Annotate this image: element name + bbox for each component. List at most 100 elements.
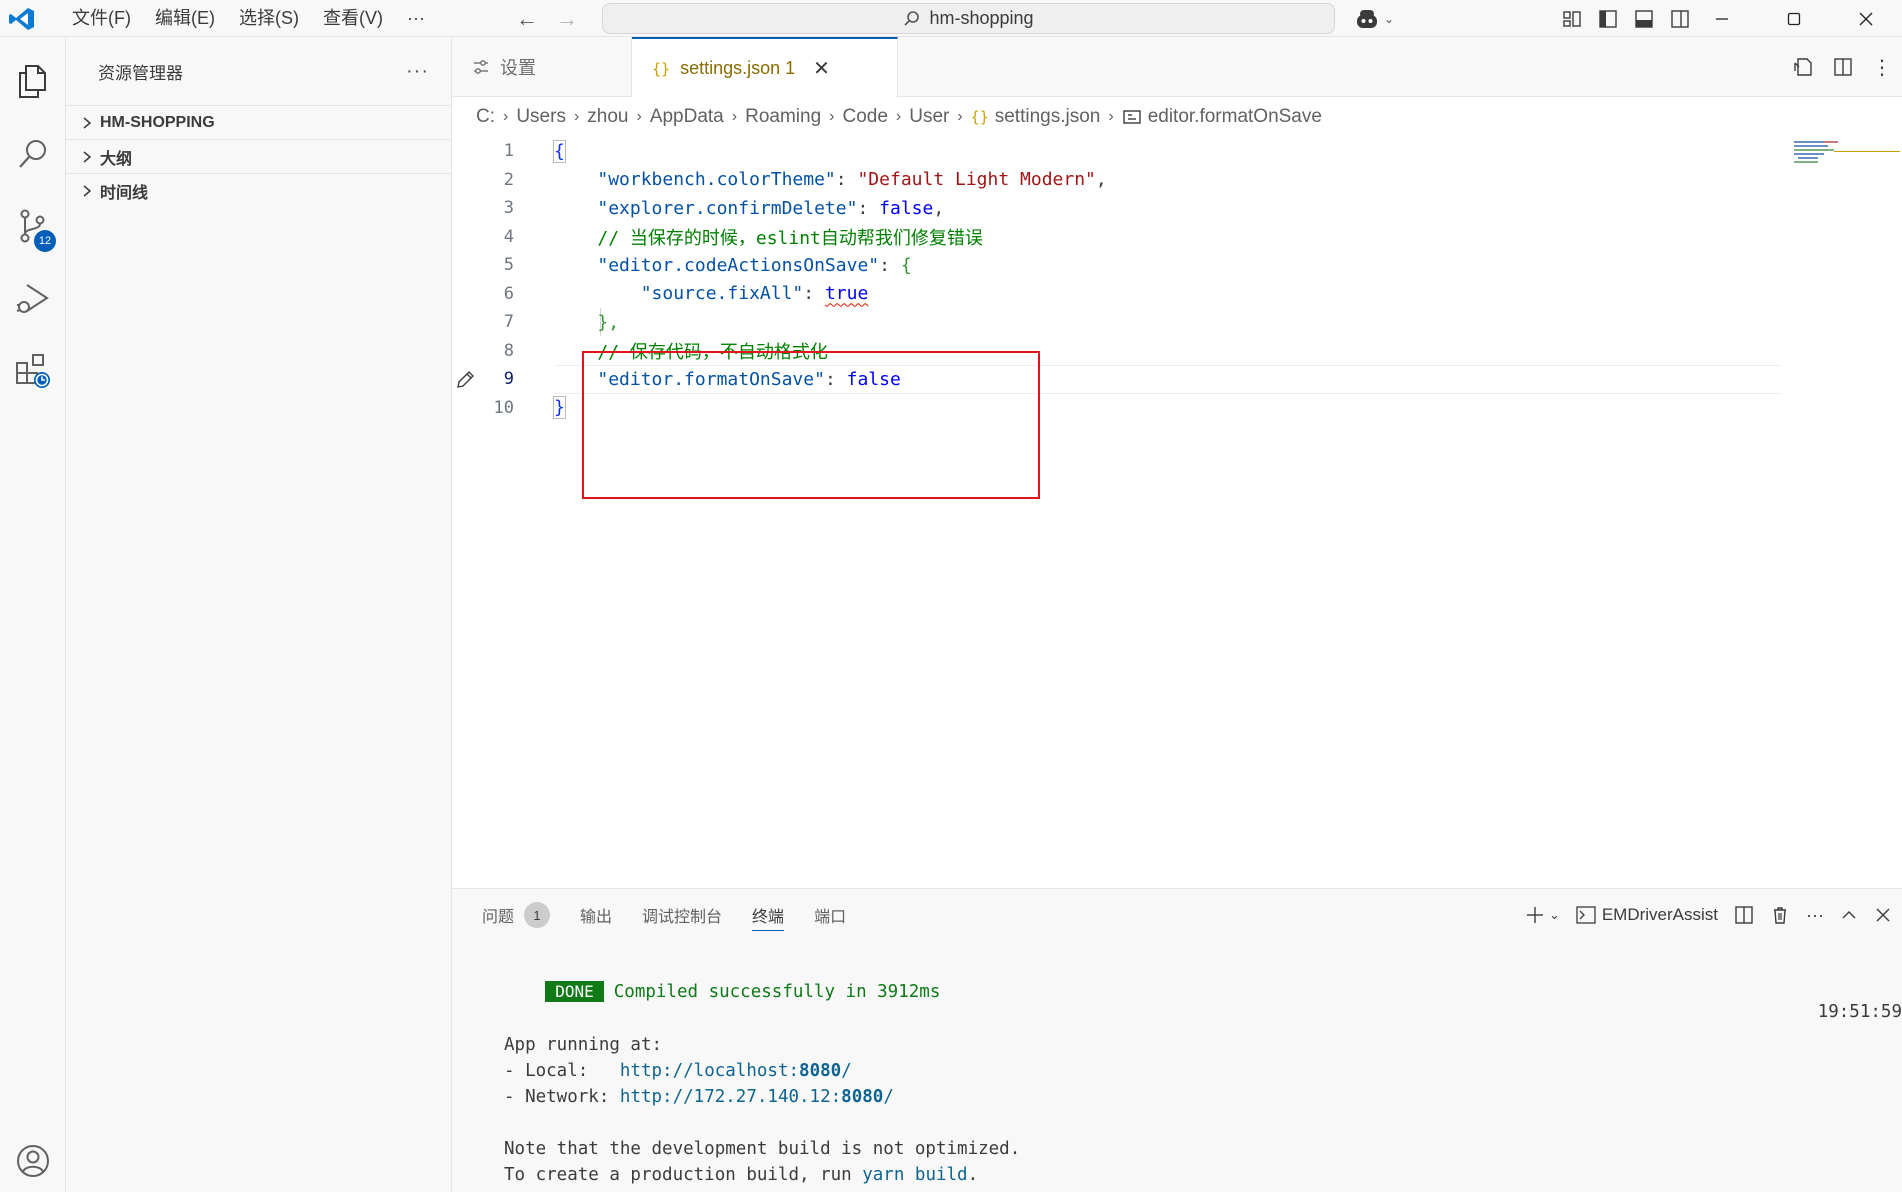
activity-extensions[interactable] [0, 339, 66, 403]
breadcrumb-item[interactable]: Code [842, 106, 887, 128]
code-line-7: 7 }, [452, 308, 1782, 337]
terminal-timestamp: 19:51:59 [1817, 1002, 1902, 1022]
activity-bar: 12 [0, 37, 66, 1192]
copilot-button[interactable]: ⌄ [1354, 6, 1400, 32]
account-icon [17, 1145, 49, 1177]
title-bar: 文件(F) 编辑(E) 选择(S) 查看(V) ··· ← → hm-shopp… [0, 0, 1902, 37]
tab-settings-json[interactable]: {} settings.json 1 ✕ [632, 37, 898, 98]
terminal-line: Note that the development build is not o… [504, 1139, 1021, 1159]
breadcrumb-item[interactable]: C: [476, 106, 495, 128]
activity-source-control[interactable]: 12 [0, 194, 66, 258]
activity-accounts[interactable] [0, 1129, 66, 1192]
breadcrumb-item[interactable]: AppData [650, 106, 724, 128]
network-url-link[interactable]: http://172.27.140.12:8080/ [620, 1087, 894, 1107]
layout-controls [1562, 0, 1690, 37]
panel-tab-terminal[interactable]: 终端 [752, 889, 785, 941]
chevron-right-icon: › [957, 108, 963, 125]
toggle-primary-sidebar-icon[interactable] [1598, 9, 1618, 29]
compile-status: Compiled successfully in 3912ms [613, 982, 941, 1002]
property-icon [1122, 110, 1141, 124]
activity-search[interactable] [0, 122, 66, 186]
panel-tab-output[interactable]: 输出 [580, 889, 612, 941]
terminal-line: App running at: [504, 1035, 663, 1055]
panel-tab-ports[interactable]: 端口 [814, 889, 846, 941]
activity-run-debug[interactable] [0, 267, 66, 331]
customize-layout-icon[interactable] [1562, 9, 1582, 29]
breadcrumb-item[interactable]: Users [516, 106, 566, 128]
sidebar-section-outline[interactable]: 大纲 [66, 139, 451, 173]
back-arrow-icon[interactable]: ← [516, 6, 538, 32]
menu-edit[interactable]: 编辑(E) [143, 0, 227, 37]
menu-selection[interactable]: 选择(S) [227, 0, 311, 37]
line-number: 6 [503, 283, 514, 304]
line-number: 7 [503, 312, 514, 333]
tab-label: settings.json 1 [680, 58, 796, 78]
sidebar-section-project[interactable]: HM-SHOPPING [66, 105, 451, 139]
breadcrumb-item[interactable]: Roaming [745, 106, 821, 128]
breadcrumb-item[interactable]: zhou [587, 106, 628, 128]
chevron-right-icon [76, 184, 98, 198]
command-center-label: hm-shopping [929, 8, 1034, 28]
chevron-down-icon: ⌄ [1384, 12, 1395, 26]
code-text: // 保存代码，不自动格式化 [597, 341, 828, 363]
trash-icon[interactable] [1770, 905, 1790, 925]
forward-arrow-icon[interactable]: → [556, 6, 578, 32]
editor-group: 设置 {} settings.json 1 ✕ ⋮ C: › Users › z… [452, 37, 1902, 888]
close-tab-icon[interactable]: ✕ [813, 56, 830, 81]
close-icon [1859, 12, 1873, 25]
breadcrumb-item[interactable]: editor.formatOnSave [1148, 106, 1322, 128]
close-panel-icon[interactable] [1874, 906, 1892, 924]
sidebar-more-button[interactable]: ··· [406, 60, 429, 83]
toggle-panel-icon[interactable] [1634, 9, 1654, 29]
plus-icon [1526, 907, 1543, 923]
split-terminal-icon[interactable] [1734, 905, 1754, 925]
code-editor[interactable]: 1 { 2 "workbench.colorTheme": "Default L… [452, 137, 1902, 888]
menu-bar: 文件(F) 编辑(E) 选择(S) 查看(V) ··· [60, 0, 437, 37]
terminal-line: - Local: http://localhost:8080/ [504, 1061, 852, 1081]
terminal-icon [1576, 906, 1596, 924]
code-line-2: 2 "workbench.colorTheme": "Default Light… [452, 166, 1782, 195]
line-number: 1 [503, 141, 514, 162]
code-line-1: 1 { [452, 137, 1782, 166]
explorer-icon [19, 65, 46, 98]
minimap[interactable] [1790, 137, 1902, 197]
panel-tab-label: 问题 [482, 909, 515, 926]
extensions-icon [16, 354, 50, 388]
chevron-right-icon: › [731, 108, 738, 125]
split-editor-icon[interactable] [1832, 56, 1854, 78]
code-text: // 当保存的时候，eslint自动帮我们修复错误 [597, 227, 983, 249]
sidebar-section-timeline[interactable]: 时间线 [66, 173, 451, 207]
local-url-link[interactable]: http://localhost:8080/ [620, 1061, 852, 1081]
new-terminal-button[interactable]: ⌄ [1525, 905, 1560, 925]
menu-view[interactable]: 查看(V) [311, 0, 395, 37]
maximize-button[interactable] [1758, 0, 1830, 37]
terminal-instance[interactable]: EMDriverAssist [1576, 905, 1718, 925]
terminal-output[interactable]: DONE Compiled successfully in 3912ms 19:5… [452, 941, 1902, 1192]
panel-tab-problems[interactable]: 问题 1 [482, 889, 551, 941]
panel-tab-debug-console[interactable]: 调试控制台 [642, 889, 722, 941]
breadcrumb-item[interactable]: User [909, 106, 949, 128]
minimize-button[interactable] [1686, 0, 1758, 37]
json-file-icon: {} [970, 108, 989, 126]
json-file-icon: {} [652, 59, 671, 78]
line-number: 4 [503, 226, 514, 247]
sidebar-section-label: 大纲 [100, 150, 133, 168]
minimize-icon [1716, 17, 1728, 20]
menu-file[interactable]: 文件(F) [60, 0, 143, 37]
source-control-badge: 12 [34, 230, 56, 252]
terminal-line: - Network: http://172.27.140.12:8080/ [504, 1087, 894, 1107]
activity-explorer[interactable] [0, 49, 66, 113]
vscode-logo-icon [9, 8, 34, 30]
breadcrumb-item[interactable]: settings.json [995, 106, 1101, 128]
open-settings-ui-icon[interactable] [1792, 56, 1814, 78]
close-window-button[interactable] [1830, 0, 1902, 37]
line-number: 10 [493, 397, 514, 418]
more-actions-icon[interactable]: ··· [1806, 905, 1824, 926]
tab-settings[interactable]: 设置 [452, 37, 632, 97]
maximize-panel-icon[interactable] [1840, 906, 1858, 924]
window-controls [1686, 0, 1902, 37]
more-actions-icon[interactable]: ⋮ [1872, 55, 1892, 80]
command-center[interactable]: hm-shopping [602, 3, 1335, 34]
code-text: "editor.codeActionsOnSave": { [597, 254, 912, 276]
menu-more[interactable]: ··· [395, 0, 437, 37]
